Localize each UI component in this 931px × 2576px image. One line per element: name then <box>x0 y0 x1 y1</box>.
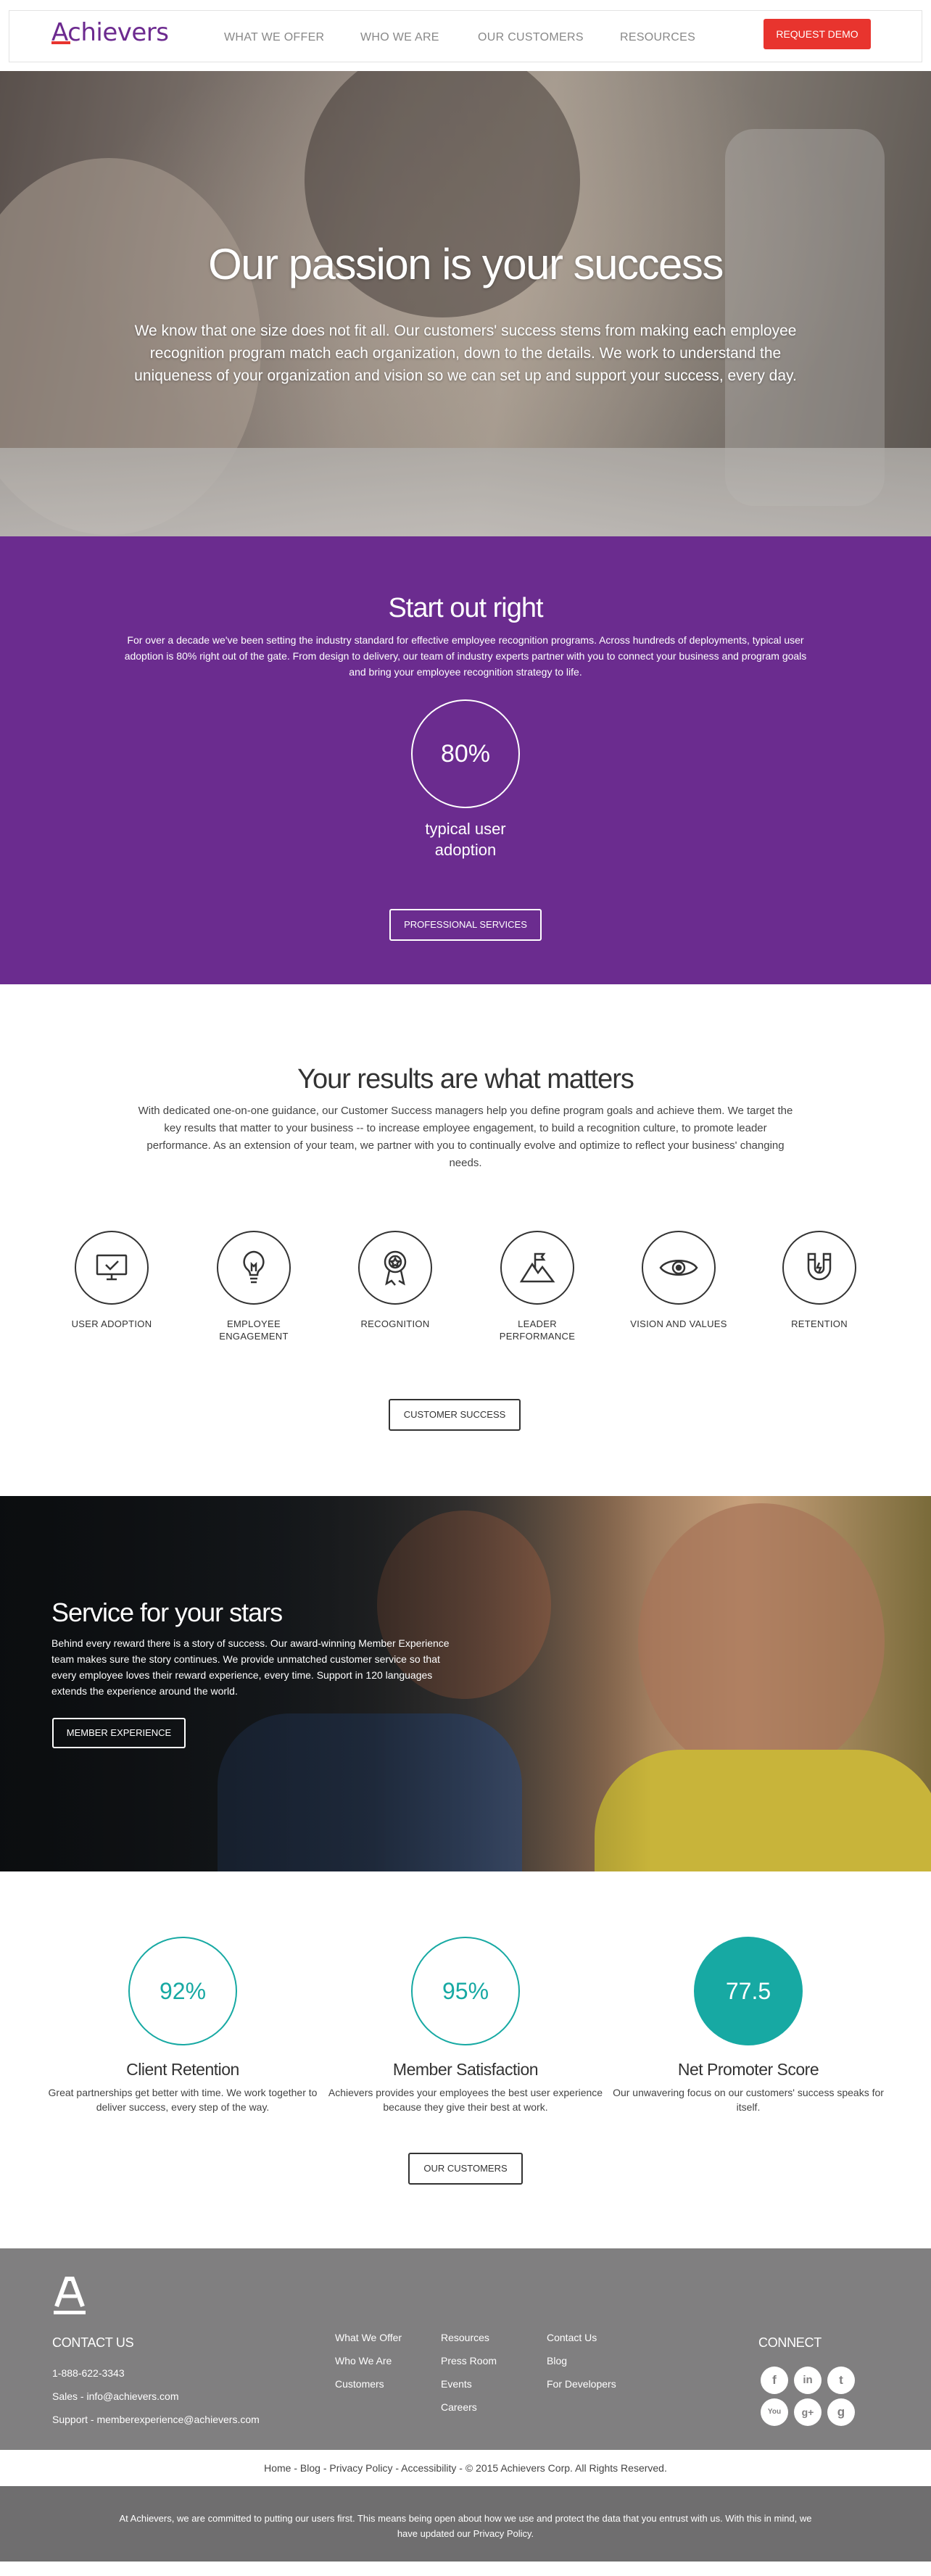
hero-overlay <box>0 71 931 536</box>
contact-sales[interactable]: Sales - info@achievers.com <box>52 2390 179 2403</box>
glassdoor-icon[interactable]: g <box>827 2398 855 2426</box>
nav-who-we-are[interactable]: WHO WE ARE <box>360 31 439 44</box>
hero-section: Our passion is your success We know that… <box>0 71 931 536</box>
professional-services-button[interactable]: PROFESSIONAL SERVICES <box>389 909 542 941</box>
twitter-icon[interactable]: t <box>827 2367 855 2394</box>
section-title: Start out right <box>388 593 543 623</box>
footer-link-what-we-offer[interactable]: What We Offer <box>335 2331 402 2344</box>
mountain-flag-icon <box>500 1231 574 1305</box>
result-item-user-adoption: USER ADOPTION <box>54 1231 170 1330</box>
contact-support[interactable]: Support - memberexperience@achievers.com <box>52 2413 260 2426</box>
contact-phone[interactable]: 1-888-622-3343 <box>52 2367 125 2380</box>
site-header: Achievers WHAT WE OFFER WHO WE ARE OUR C… <box>0 0 931 71</box>
eye-icon <box>642 1231 716 1305</box>
stat-description: Achievers provides your employees the be… <box>328 2087 603 2113</box>
footer-link-contact-us[interactable]: Contact Us <box>547 2331 597 2344</box>
results-section: Your results are what matters With dedic… <box>0 984 931 1496</box>
section-body: For over a decade we've been setting the… <box>124 634 807 678</box>
our-customers-button[interactable]: OUR CUSTOMERS <box>408 2153 523 2185</box>
footer-link-careers[interactable]: Careers <box>441 2401 477 2414</box>
section-body: With dedicated one-on-one guidance, our … <box>138 1105 793 1169</box>
site-footer: CONTACT US 1-888-622-3343 Sales - info@a… <box>0 2248 931 2450</box>
privacy-notice-text: At Achievers, we are committed to puttin… <box>119 2513 812 2539</box>
result-item-label: EMPLOYEE ENGAGEMENT <box>219 1318 289 1342</box>
monitor-check-icon <box>75 1231 149 1305</box>
result-item-vision-and-values: VISION AND VALUES <box>621 1231 737 1330</box>
adoption-stat-ring: 80% <box>411 699 520 808</box>
hero-body: We know that one size does not fit all. … <box>134 323 797 384</box>
adoption-stat-label: typical user adoption <box>425 820 506 859</box>
stat-member-satisfaction: 95% Member Satisfaction Achievers provid… <box>328 1937 603 2114</box>
stat-ring: 95% <box>411 1937 520 2045</box>
footer-link-blog[interactable]: Blog <box>547 2354 567 2367</box>
request-demo-button[interactable]: REQUEST DEMO <box>764 19 871 49</box>
result-item-retention: RETENTION <box>761 1231 877 1330</box>
stat-description: Great partnerships get better with time.… <box>48 2087 318 2113</box>
bottom-strip <box>0 2562 931 2576</box>
footer-link-customers[interactable]: Customers <box>335 2377 384 2390</box>
start-out-right-section: Start out right For over a decade we've … <box>0 536 931 984</box>
hero-title: Our passion is your success <box>208 240 724 288</box>
footer-link-for-developers[interactable]: For Developers <box>547 2377 616 2390</box>
stats-section: 92% Client Retention Great partnerships … <box>0 1871 931 2248</box>
section-title: Your results are what matters <box>297 1064 634 1094</box>
result-item-label: RETENTION <box>791 1318 848 1329</box>
member-experience-button[interactable]: MEMBER EXPERIENCE <box>52 1718 186 1748</box>
stat-title: Client Retention <box>126 2060 239 2079</box>
result-item-label: LEADER PERFORMANCE <box>499 1318 576 1342</box>
result-item-label: USER ADOPTION <box>71 1318 152 1329</box>
customer-success-button[interactable]: CUSTOMER SUCCESS <box>389 1399 521 1431</box>
achievers-logo[interactable]: Achievers <box>51 18 169 47</box>
stat-net-promoter-score: 77.5 Net Promoter Score Our unwavering f… <box>611 1937 886 2114</box>
connect-title: CONNECT <box>758 2335 822 2350</box>
footer-link-press-room[interactable]: Press Room <box>441 2354 497 2367</box>
result-item-employee-engagement: EMPLOYEE ENGAGEMENT <box>196 1231 312 1342</box>
service-section: Service for your stars Behind every rewa… <box>0 1496 931 1871</box>
privacy-notice: At Achievers, we are committed to puttin… <box>0 2486 931 2562</box>
stat-client-retention: 92% Client Retention Great partnerships … <box>45 1937 320 2114</box>
magnet-icon <box>782 1231 856 1305</box>
footer-link-resources[interactable]: Resources <box>441 2331 489 2344</box>
result-item-label: VISION AND VALUES <box>630 1318 727 1329</box>
nav-resources[interactable]: RESOURCES <box>620 31 695 44</box>
footer-link-events[interactable]: Events <box>441 2377 472 2390</box>
stat-title: Member Satisfaction <box>392 2060 539 2079</box>
lightbulb-icon <box>217 1231 291 1305</box>
stat-description: Our unwavering focus on our customers' s… <box>613 2087 884 2113</box>
nav-our-customers[interactable]: OUR CUSTOMERS <box>478 31 584 44</box>
section-body: Behind every reward there is a story of … <box>51 1637 450 1697</box>
page: Achievers WHAT WE OFFER WHO WE ARE OUR C… <box>0 0 931 2576</box>
section-title: Service for your stars <box>51 1597 283 1627</box>
stat-ring: 77.5 <box>694 1937 803 2045</box>
footer-link-who-we-are[interactable]: Who We Are <box>335 2354 392 2367</box>
google-plus-icon[interactable]: g+ <box>794 2398 822 2426</box>
facebook-icon[interactable]: f <box>761 2367 788 2394</box>
nav-what-we-offer[interactable]: WHAT WE OFFER <box>224 31 324 44</box>
achievers-mark-icon[interactable] <box>52 2274 87 2315</box>
result-item-label: RECOGNITION <box>360 1318 430 1329</box>
award-ribbon-icon <box>358 1231 432 1305</box>
header-bar: Achievers WHAT WE OFFER WHO WE ARE OUR C… <box>9 10 922 62</box>
legal-links[interactable]: Home - Blog - Privacy Policy - Accessibi… <box>0 2450 931 2486</box>
stat-ring: 92% <box>128 1937 237 2045</box>
contact-title: CONTACT US <box>52 2335 134 2350</box>
logo-underline <box>51 41 70 44</box>
stat-title: Net Promoter Score <box>677 2060 819 2079</box>
result-item-leader-performance: LEADER PERFORMANCE <box>479 1231 595 1342</box>
result-item-recognition: RECOGNITION <box>337 1231 453 1330</box>
youtube-icon[interactable]: You <box>761 2398 788 2426</box>
linkedin-icon[interactable]: in <box>794 2367 822 2394</box>
